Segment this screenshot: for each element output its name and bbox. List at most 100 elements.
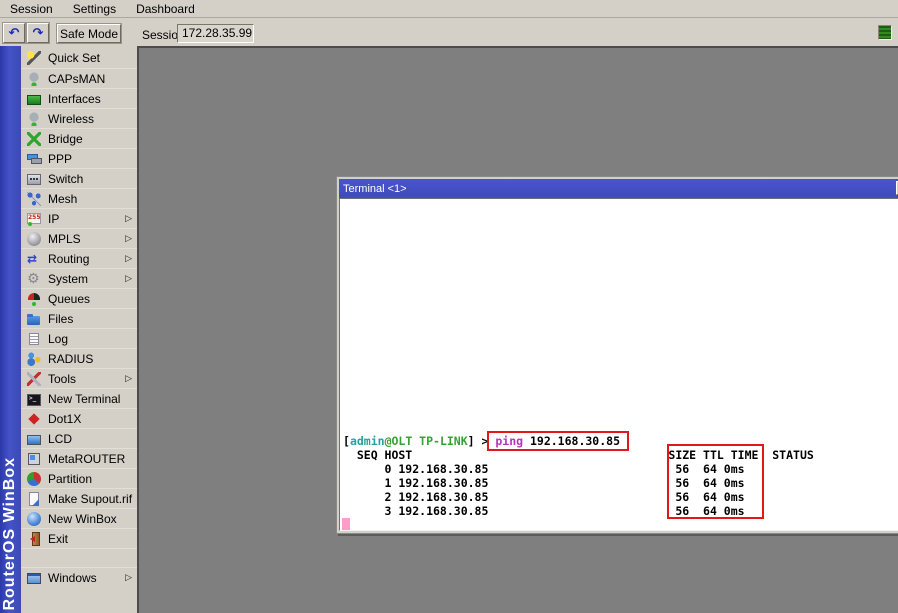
sidebar-item-label: Partition [48, 472, 92, 486]
sidebar-item-files[interactable]: Files [21, 308, 137, 328]
desktop-area: Terminal <1> □ × [admin@OLT TP-LINK] > p… [137, 46, 898, 613]
terminal-output[interactable]: [admin@OLT TP-LINK] > ping 192.168.30.85… [341, 199, 898, 530]
sidebar-item-switch[interactable]: Switch [21, 168, 137, 188]
submenu-arrow-icon: ▷ [125, 254, 132, 264]
sidebar-item-label: New Terminal [48, 392, 120, 406]
brand-strip: RouterOS WinBox [0, 46, 21, 613]
sidebar-item-label: Mesh [48, 192, 77, 206]
sidebar-item-label: Log [48, 332, 68, 346]
menu-dashboard[interactable]: Dashboard [126, 2, 205, 16]
log-icon [27, 332, 41, 346]
sidebar-item-mesh[interactable]: Mesh [21, 188, 137, 208]
lcd-icon [27, 432, 41, 446]
sidebar-item-radius[interactable]: RADIUS [21, 348, 137, 368]
terminal-content[interactable]: [admin@OLT TP-LINK] > ping 192.168.30.85… [339, 198, 898, 531]
terminal-window: Terminal <1> □ × [admin@OLT TP-LINK] > p… [336, 176, 898, 534]
sidebar-item-label: RADIUS [48, 352, 93, 366]
sidebar-item-label: System [48, 272, 88, 286]
sidebar-item-tools[interactable]: Tools ▷ [21, 368, 137, 388]
sidebar-item-lcd[interactable]: LCD [21, 428, 137, 448]
sidebar-item-ip[interactable]: IP▷ [21, 208, 137, 228]
sidebar-item-label: Files [48, 312, 73, 326]
wand-icon [27, 51, 41, 65]
gauge-icon [27, 112, 41, 126]
terminal-titlebar[interactable]: Terminal <1> □ × [339, 179, 898, 198]
sidebar-item-label: IP [48, 212, 59, 226]
safe-mode-button[interactable]: Safe Mode [57, 24, 121, 43]
submenu-arrow-icon: ▷ [125, 234, 132, 244]
sidebar-item-label: Routing [48, 252, 89, 266]
sidebar-item-label: PPP [48, 152, 72, 166]
toolbar: ↶ ↷ Safe Mode Session: 172.28.35.99 [0, 19, 898, 46]
ping-result-row: 0 192.168.30.85 56 64 0ms [343, 462, 898, 476]
sidebar-gap [21, 548, 137, 567]
sidebar-item-label: New WinBox [48, 512, 117, 526]
ping-result-row: 2 192.168.30.85 56 64 0ms [343, 490, 898, 504]
nic-icon [27, 92, 41, 106]
sidebar-item-routing[interactable]: Routing ▷ [21, 248, 137, 268]
sidebar-item-label: Bridge [48, 132, 83, 146]
undo-icon: ↶ [9, 26, 20, 41]
sidebar-item-label: Interfaces [48, 92, 101, 106]
sidebar-item-wireless[interactable]: Wireless [21, 108, 137, 128]
routing-icon [27, 252, 41, 266]
sidebar-item-label: MetaROUTER [48, 452, 125, 466]
sidebar-item-label: Windows [48, 571, 97, 585]
sidebar-item-ppp[interactable]: PPP [21, 148, 137, 168]
sidebar-item-windows[interactable]: Windows ▷ [21, 567, 137, 587]
session-address-field[interactable]: 172.28.35.99 [177, 24, 254, 43]
sidebar-item-new-terminal[interactable]: New Terminal [21, 388, 137, 408]
ping-header-line: SEQ HOST SIZE TTL TIME STATUS [343, 448, 898, 462]
radius-icon [27, 352, 41, 366]
winbox-app: Session Settings Dashboard ↶ ↷ Safe Mode… [0, 0, 898, 613]
sidebar-item-system[interactable]: System ▷ [21, 268, 137, 288]
sidebar: Quick Set CAPsMAN Interfaces Wireless Bridge… [21, 46, 137, 613]
ip255-icon [27, 212, 41, 226]
sidebar-item-new-winbox[interactable]: New WinBox [21, 508, 137, 528]
sidebar-item-quick-set[interactable]: Quick Set [21, 48, 137, 68]
sidebar-item-log[interactable]: Log [21, 328, 137, 348]
sidebar-item-dot1x[interactable]: Dot1X [21, 408, 137, 428]
sidebar-item-label: LCD [48, 432, 72, 446]
folder-icon [27, 312, 41, 326]
sidebar-item-label: CAPsMAN [48, 72, 105, 86]
door-icon [27, 532, 41, 546]
ppp-icon [27, 152, 41, 166]
sidebar-item-mpls[interactable]: MPLS ▷ [21, 228, 137, 248]
tools-icon [27, 372, 41, 386]
sidebar-item-exit[interactable]: Exit [21, 528, 137, 548]
menu-session[interactable]: Session [0, 2, 63, 16]
pie-icon [27, 472, 41, 486]
sidebar-item-label: Tools [48, 372, 76, 386]
sidebar-item-label: Make Supout.rif [48, 492, 132, 506]
sidebar-item-partition[interactable]: Partition [21, 468, 137, 488]
sidebar-item-label: Exit [48, 532, 68, 546]
gear-icon [27, 272, 41, 286]
redo-button[interactable]: ↷ [27, 23, 49, 43]
submenu-arrow-icon: ▷ [125, 573, 132, 583]
sidebar-item-queues[interactable]: Queues [21, 288, 137, 308]
sidebar-item-bridge[interactable]: Bridge [21, 128, 137, 148]
sidebar-item-capsman[interactable]: CAPsMAN [21, 68, 137, 88]
gauge-icon [27, 72, 41, 86]
bridge-icon [27, 132, 41, 146]
sidebar-item-label: Switch [48, 172, 83, 186]
sidebar-item-label: Quick Set [48, 51, 100, 65]
redo-icon: ↷ [33, 26, 44, 41]
sidebar-item-metarouter[interactable]: MetaROUTER [21, 448, 137, 468]
routeros-winbox-logo: RouterOS WinBox [1, 457, 19, 611]
menu-settings[interactable]: Settings [63, 2, 126, 16]
sidebar-item-make-supout-rif[interactable]: Make Supout.rif [21, 488, 137, 508]
sidebar-item-interfaces[interactable]: Interfaces [21, 88, 137, 108]
menubar: Session Settings Dashboard [0, 0, 898, 18]
ping-result-row: 3 192.168.30.85 56 64 0ms [343, 504, 898, 518]
sidebar-item-label: Dot1X [48, 412, 81, 426]
undo-button[interactable]: ↶ [3, 23, 25, 43]
terminal-icon [27, 392, 41, 406]
sidebar-item-label: MPLS [48, 232, 81, 246]
submenu-arrow-icon: ▷ [125, 274, 132, 284]
submenu-arrow-icon: ▷ [125, 374, 132, 384]
sidebar-item-label: Wireless [48, 112, 94, 126]
queues-icon [27, 292, 41, 306]
ping-result-row: 1 192.168.30.85 56 64 0ms [343, 476, 898, 490]
